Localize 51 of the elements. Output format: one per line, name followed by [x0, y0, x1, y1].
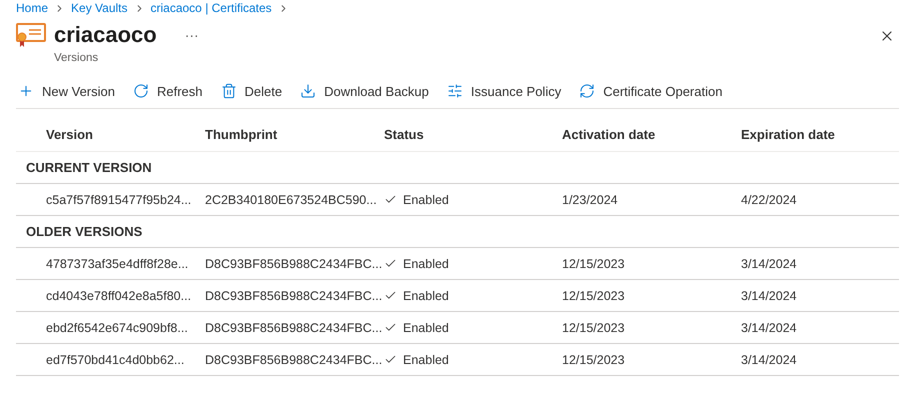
trash-icon [220, 83, 237, 99]
toolbar-button[interactable]: Refresh [130, 83, 205, 99]
column-header[interactable]: Expiration date [741, 126, 899, 142]
table-cell: 12/15/2023 [562, 256, 625, 270]
table-cell: 12/15/2023 [562, 352, 625, 366]
sliders-icon [446, 83, 463, 99]
column-header[interactable]: Activation date [562, 126, 741, 142]
table-cell: D8C93BF856B988C2434FBC... [205, 288, 382, 302]
group-header: OLDER VERSIONS [25, 224, 144, 239]
table-cell: D8C93BF856B988C2434FBC... [205, 320, 382, 334]
status-text: Enabled [403, 256, 449, 270]
group-header: CURRENT VERSION [25, 160, 153, 175]
table-cell: 2C2B340180E673524BC590... [205, 192, 377, 206]
table-cell: 12/15/2023 [562, 320, 625, 334]
table-cell: 3/14/2024 [741, 256, 797, 270]
table-cell: 4/22/2024 [741, 192, 797, 206]
status-text: Enabled [403, 352, 449, 366]
table-cell: 3/14/2024 [741, 352, 797, 366]
column-header[interactable]: Thumbprint [205, 126, 384, 142]
table-cell: 3/14/2024 [741, 320, 797, 334]
refresh-icon [579, 83, 596, 99]
breadcrumb-link[interactable]: Home [16, 0, 48, 16]
status-text: Enabled [403, 288, 449, 302]
status-text: Enabled [403, 192, 449, 206]
certificate-icon [16, 22, 46, 48]
toolbar-button[interactable]: Certificate Operation [577, 83, 724, 99]
page-subtitle: Versions [54, 52, 100, 64]
table-cell: 1/23/2024 [562, 192, 618, 206]
version-link[interactable]: ebd2f6542e674c909bf8... [46, 320, 188, 334]
version-link[interactable]: ed7f570bd41c4d0bb62... [46, 352, 184, 366]
column-header[interactable]: Version [16, 126, 205, 142]
column-header[interactable]: Status [384, 126, 562, 142]
download-icon [300, 83, 316, 99]
more-button[interactable]: ··· [180, 27, 203, 43]
version-link[interactable]: 4787373af35e4dff8f28e... [46, 256, 188, 270]
version-link[interactable]: cd4043e78ff042e8a5f80... [46, 288, 192, 302]
toolbar-button[interactable]: Delete [218, 83, 284, 99]
refresh-icon [132, 83, 149, 99]
table-cell: 3/14/2024 [741, 288, 797, 302]
page-title: criacaoco [54, 22, 157, 48]
table-cell: D8C93BF856B988C2434FBC... [205, 352, 382, 366]
version-link[interactable]: c5a7f57f8915477f95b24... [46, 192, 192, 206]
breadcrumb-link[interactable]: criacaoco | Certificates [150, 0, 272, 16]
toolbar-button[interactable]: Issuance Policy [444, 83, 564, 99]
status-text: Enabled [403, 320, 449, 334]
toolbar-button[interactable]: Download Backup [298, 83, 431, 99]
breadcrumb-link[interactable]: Key Vaults [71, 0, 128, 16]
table-cell: 12/15/2023 [562, 288, 625, 302]
toolbar-button[interactable]: New Version [16, 83, 117, 99]
table-cell: D8C93BF856B988C2434FBC... [205, 256, 382, 270]
plus-icon [18, 83, 34, 99]
